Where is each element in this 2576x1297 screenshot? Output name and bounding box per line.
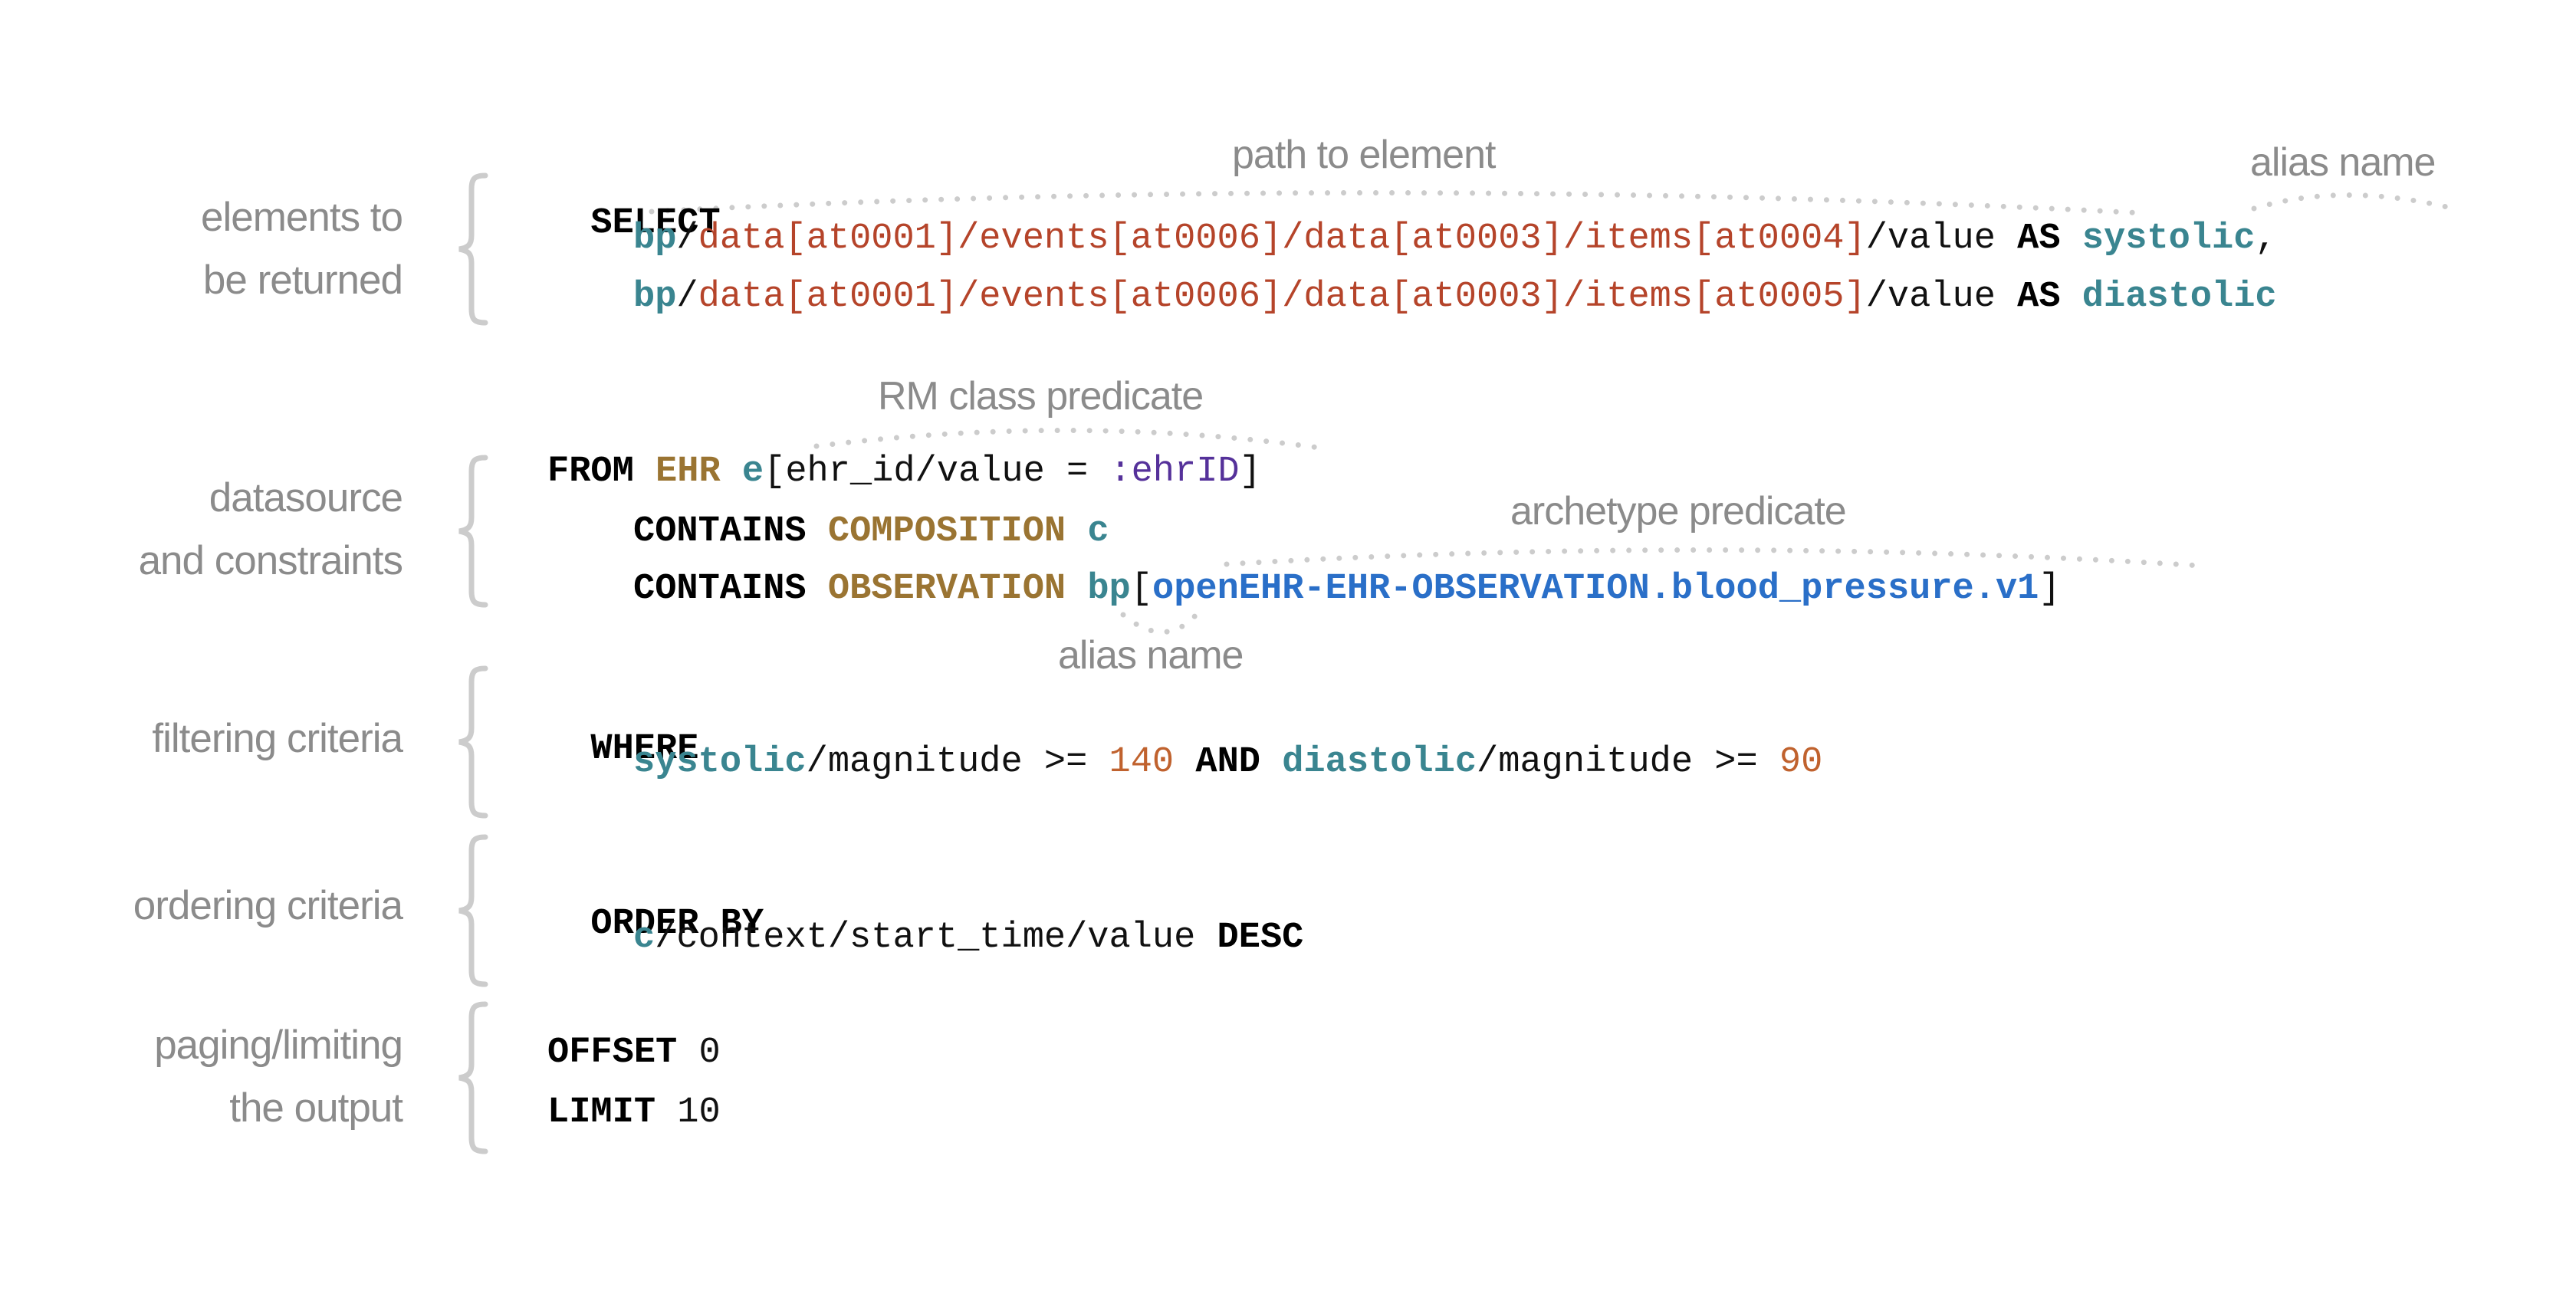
order-by-expression-line: c/context/start_time/value DESC [633, 917, 1303, 960]
keyword-contains: CONTAINS [633, 511, 807, 552]
threshold-systolic: 140 [1109, 742, 1175, 783]
condition-path: /magnitude >= [1477, 742, 1779, 783]
offset-line: OFFSET 0 [547, 1032, 721, 1075]
keyword-desc: DESC [1217, 918, 1304, 958]
keyword-contains: CONTAINS [633, 569, 807, 609]
annotation-archetype-predicate: archetype predicate [1510, 489, 1847, 534]
from-line: FROM EHR e[ehr_id/value = :ehrID] [547, 451, 1261, 494]
keyword-offset: OFFSET [547, 1033, 678, 1073]
path-separator: / [676, 277, 698, 317]
arc-alias-name-select [2251, 192, 2463, 213]
rm-class-ehr: EHR [656, 451, 721, 492]
annotation-alias-name-from: alias name [1058, 633, 1244, 678]
arc-archetype-predicate [1224, 547, 2203, 569]
keyword-and: AND [1195, 742, 1260, 783]
limit-line: LIMIT 10 [547, 1092, 721, 1134]
arc-path-to-element [649, 189, 2146, 216]
order-path: /context/start_time/value [655, 918, 1217, 958]
archetype-id: openEHR-EHR-OBSERVATION.blood_pressure.v… [1152, 569, 2039, 609]
where-condition-line: systolic/magnitude >= 140 AND diastolic/… [633, 741, 1822, 784]
arc-alias-name-from [1120, 610, 1201, 635]
bracket-close: ] [2039, 569, 2061, 609]
keyword-from: FROM [547, 451, 634, 492]
path-separator: / [676, 218, 698, 259]
select-line-systolic: bp/data[at0001]/events[at0006]/data[at00… [633, 218, 2277, 261]
limit-value: 10 [677, 1092, 721, 1133]
annotation-rm-class-predicate: RM class predicate [878, 374, 1204, 419]
contains-composition-line: CONTAINS COMPOSITION c [633, 511, 1109, 553]
alias-variable: bp [633, 218, 677, 259]
alias-c: c [1087, 511, 1109, 552]
rm-class-observation: OBSERVATION [827, 569, 1066, 609]
alias-diastolic: diastolic [1282, 742, 1477, 783]
threshold-diastolic: 90 [1779, 742, 1823, 783]
keyword-limit: LIMIT [547, 1092, 656, 1133]
keyword-as: AS [2017, 218, 2061, 259]
alias-c: c [633, 918, 656, 958]
value-suffix: /value [1865, 218, 2018, 259]
keyword-as: AS [2017, 277, 2061, 317]
rm-class-composition: COMPOSITION [827, 511, 1066, 552]
predicate-close: ] [1239, 451, 1261, 492]
select-line-diastolic: bp/data[at0001]/events[at0006]/data[at00… [633, 276, 2277, 319]
comma: , [2255, 218, 2277, 259]
query-parameter: :ehrID [1109, 451, 1240, 492]
bracket-open: [ [1130, 569, 1152, 609]
condition-path: /magnitude >= [806, 742, 1109, 783]
alias-systolic: systolic [633, 742, 807, 783]
offset-value: 0 [698, 1033, 721, 1073]
archetype-path: data[at0001]/events[at0006]/data[at0003]… [698, 218, 1866, 259]
annotation-alias-name-select: alias name [2250, 140, 2436, 185]
value-suffix: /value [1865, 277, 2018, 317]
predicate-open: [ehr_id/value = [764, 451, 1110, 492]
annotation-arcs [649, 189, 2463, 635]
annotation-path-to-element: path to element [1232, 133, 1496, 177]
column-alias: systolic [2082, 218, 2256, 259]
alias-variable: bp [633, 277, 677, 317]
alias-e: e [741, 451, 764, 492]
arc-rm-class-predicate [813, 428, 1322, 451]
contains-observation-line: CONTAINS OBSERVATION bp[openEHR-EHR-OBSE… [633, 568, 2061, 611]
archetype-path: data[at0001]/events[at0006]/data[at0003]… [698, 277, 1866, 317]
alias-bp: bp [1087, 569, 1131, 609]
column-alias: diastolic [2082, 277, 2277, 317]
